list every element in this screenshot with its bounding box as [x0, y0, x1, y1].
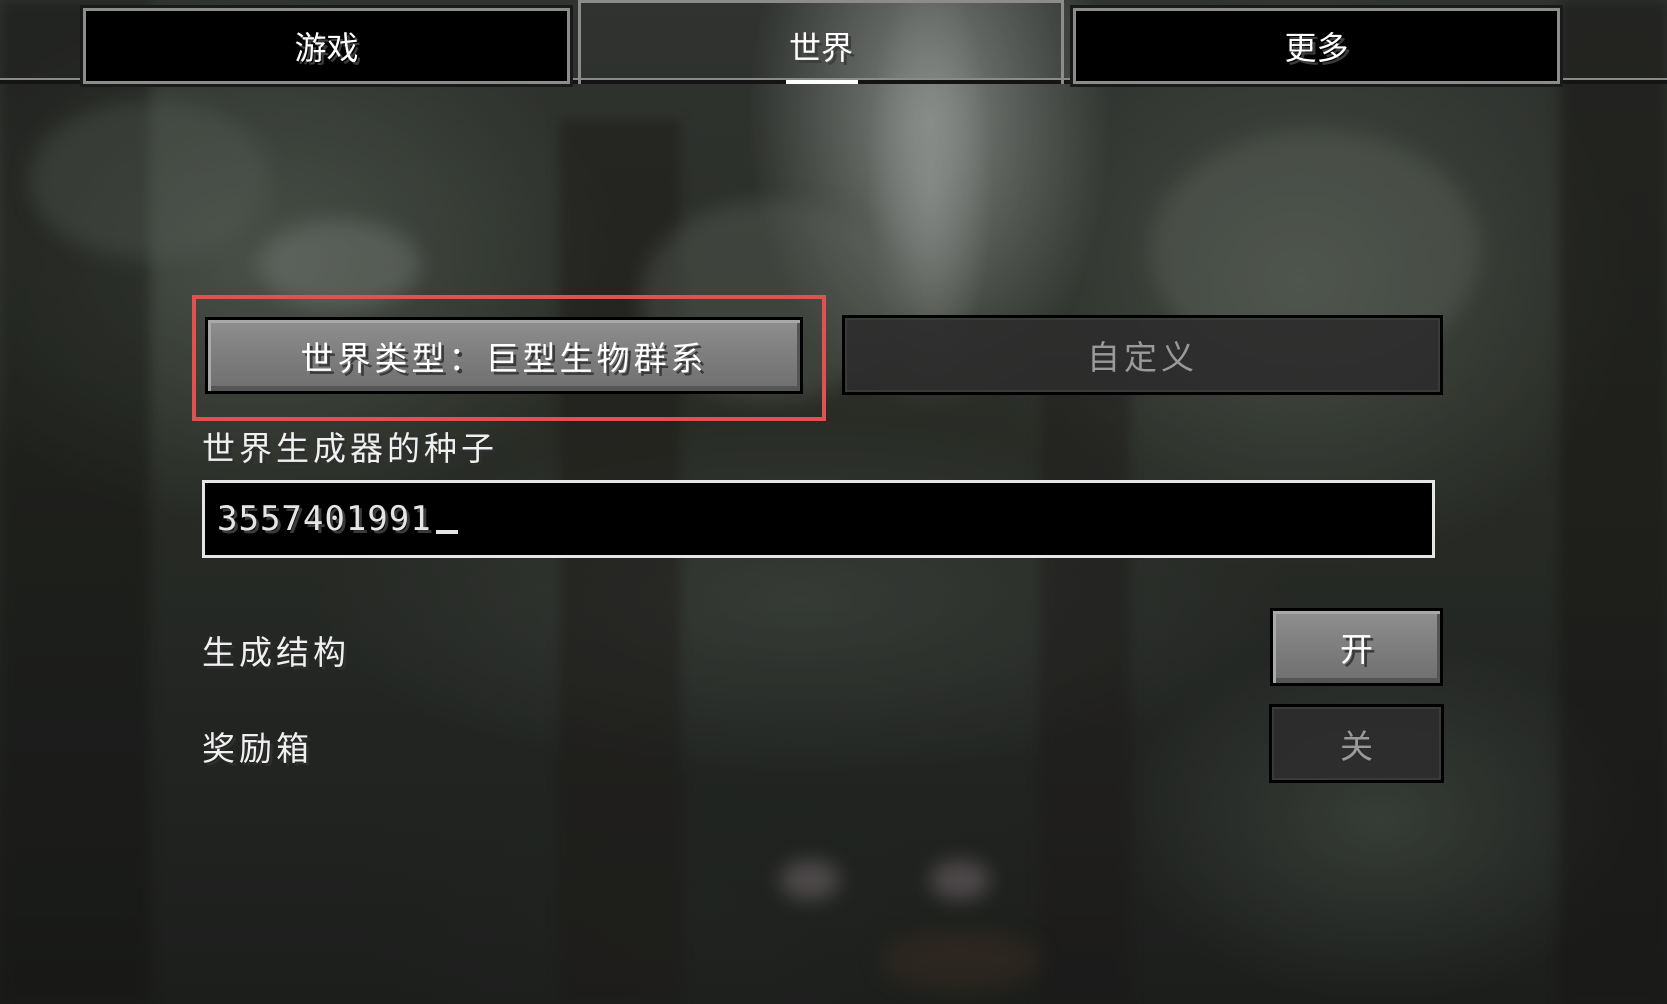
- bonus-chest-label: 奖励箱: [202, 729, 313, 768]
- tab-more[interactable]: 更多: [1070, 5, 1563, 87]
- tab-world-underline: [786, 80, 858, 84]
- world-type-label: 世界类型：巨型生物群系: [300, 338, 708, 378]
- tab-world-label: 世界: [788, 29, 853, 67]
- bonus-chest-value: 关: [1340, 726, 1373, 766]
- generate-structures-value: 开: [1340, 630, 1373, 669]
- text-caret: [435, 530, 458, 534]
- seed-label: 世界生成器的种子: [202, 429, 498, 468]
- generate-structures-toggle[interactable]: 开: [1270, 608, 1443, 686]
- customize-button[interactable]: 自定义: [842, 315, 1443, 395]
- tab-game[interactable]: 游戏: [80, 5, 573, 87]
- tab-game-label: 游戏: [294, 29, 359, 67]
- world-type-button[interactable]: 世界类型：巨型生物群系: [205, 317, 803, 394]
- seed-value: 3557401991: [217, 499, 432, 539]
- tab-world[interactable]: 世界: [578, 0, 1064, 84]
- customize-label: 自定义: [1087, 338, 1198, 377]
- tab-more-label: 更多: [1284, 29, 1349, 67]
- seed-input[interactable]: 3557401991: [202, 480, 1435, 558]
- bonus-chest-toggle[interactable]: 关: [1269, 704, 1444, 783]
- generate-structures-label: 生成结构: [202, 633, 350, 672]
